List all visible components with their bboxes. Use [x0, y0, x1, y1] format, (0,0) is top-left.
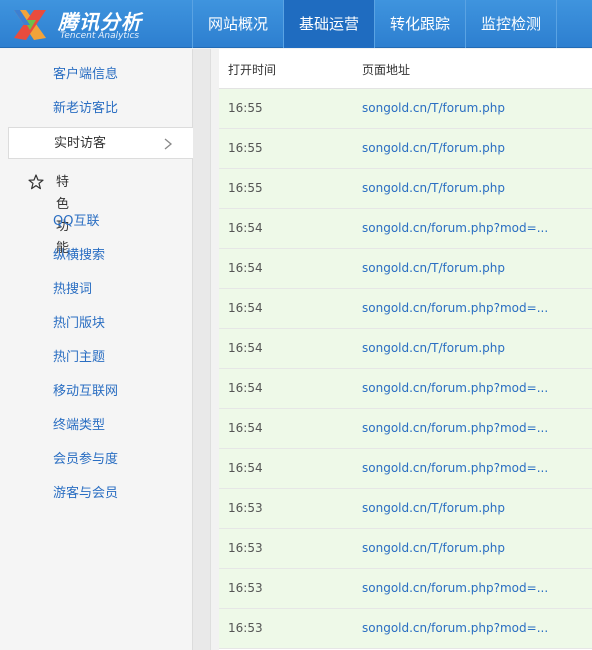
table-row: 16:54 songold.cn/forum.php?mod=... [219, 289, 592, 329]
sidebar-item-guests-vs-members[interactable]: 游客与会员 [53, 484, 118, 504]
cell-page-url-link[interactable]: songold.cn/forum.php?mod=... [362, 301, 548, 315]
cell-page-url-link[interactable]: songold.cn/T/forum.php [362, 341, 505, 355]
cell-open-time: 16:54 [228, 301, 263, 315]
sidebar-item-qq-connect[interactable]: QQ互联 [53, 212, 99, 232]
sidebar-item-cross-search[interactable]: 纵横搜索 [53, 246, 105, 266]
nav-tab-overflow [556, 0, 592, 48]
realtime-visitors-table: 打开时间 页面地址 16:55 songold.cn/T/forum.php 1… [219, 49, 592, 650]
cell-page-url-link[interactable]: songold.cn/forum.php?mod=... [362, 381, 548, 395]
sidebar-item-mobile-internet[interactable]: 移动互联网 [53, 382, 118, 402]
nav-tab-conversion-tracking[interactable]: 转化跟踪 [374, 0, 465, 48]
sidebar-item-hot-search-terms[interactable]: 热搜词 [53, 280, 92, 300]
table-row: 16:55 songold.cn/T/forum.php [219, 129, 592, 169]
cell-open-time: 16:55 [228, 101, 263, 115]
table-row: 16:53 songold.cn/forum.php?mod=... [219, 609, 592, 649]
star-outline-icon [28, 174, 44, 190]
table-row: 16:54 songold.cn/forum.php?mod=... [219, 449, 592, 489]
sidebar: 客户端信息 新老访客比 实时访客 特色功能 QQ互联 纵横搜索 热搜词 热门版块… [0, 49, 194, 650]
cell-open-time: 16:53 [228, 621, 263, 635]
cell-open-time: 16:54 [228, 381, 263, 395]
sidebar-item-member-engagement[interactable]: 会员参与度 [53, 450, 118, 470]
nav-tab-basic-operations[interactable]: 基础运营 [283, 0, 374, 48]
logo-subtitle: Tencent Analytics [60, 31, 140, 41]
cell-open-time: 16:54 [228, 261, 263, 275]
table-row: 16:55 songold.cn/T/forum.php [219, 89, 592, 129]
column-header-open-time: 打开时间 [228, 63, 277, 77]
cell-open-time: 16:54 [228, 221, 263, 235]
table-row: 16:53 songold.cn/forum.php?mod=... [219, 569, 592, 609]
table-row: 16:55 songold.cn/T/forum.php [219, 169, 592, 209]
cell-open-time: 16:55 [228, 141, 263, 155]
cell-page-url-link[interactable]: songold.cn/forum.php?mod=... [362, 621, 548, 635]
cell-page-url-link[interactable]: songold.cn/forum.php?mod=... [362, 221, 548, 235]
cell-open-time: 16:53 [228, 581, 263, 595]
table-row: 16:54 songold.cn/forum.php?mod=... [219, 409, 592, 449]
logo[interactable]: 腾讯分析 Tencent Analytics [8, 4, 192, 44]
sidebar-item-device-type[interactable]: 终端类型 [53, 416, 105, 436]
table-row: 16:53 songold.cn/T/forum.php [219, 489, 592, 529]
cell-open-time: 16:53 [228, 541, 263, 555]
cell-open-time: 16:54 [228, 421, 263, 435]
cell-page-url-link[interactable]: songold.cn/T/forum.php [362, 181, 505, 195]
cell-page-url-link[interactable]: songold.cn/forum.php?mod=... [362, 421, 548, 435]
sidebar-divider [193, 49, 211, 650]
tencent-analytics-logo-icon [14, 10, 46, 40]
cell-open-time: 16:54 [228, 461, 263, 475]
cell-open-time: 16:55 [228, 181, 263, 195]
table-row: 16:54 songold.cn/T/forum.php [219, 329, 592, 369]
cell-open-time: 16:54 [228, 341, 263, 355]
nav-tab-site-overview[interactable]: 网站概况 [192, 0, 283, 48]
cell-page-url-link[interactable]: songold.cn/T/forum.php [362, 541, 505, 555]
table-row: 16:54 songold.cn/T/forum.php [219, 249, 592, 289]
sidebar-item-label: 实时访客 [54, 136, 107, 151]
sidebar-item-client-info[interactable]: 客户端信息 [53, 65, 118, 85]
nav-tab-monitoring[interactable]: 监控检测 [465, 0, 556, 48]
cell-page-url-link[interactable]: songold.cn/T/forum.php [362, 141, 505, 155]
table-row: 16:54 songold.cn/forum.php?mod=... [219, 369, 592, 409]
sidebar-item-realtime-visitors[interactable]: 实时访客 [8, 127, 194, 159]
column-header-page-url: 页面地址 [362, 63, 411, 77]
table-row: 16:54 songold.cn/forum.php?mod=... [219, 209, 592, 249]
chevron-right-icon [164, 138, 173, 150]
cell-page-url-link[interactable]: songold.cn/forum.php?mod=... [362, 461, 548, 475]
cell-page-url-link[interactable]: songold.cn/T/forum.php [362, 501, 505, 515]
top-header: 腾讯分析 Tencent Analytics 网站概况 基础运营 转化跟踪 监控… [0, 0, 592, 48]
main-nav: 网站概况 基础运营 转化跟踪 监控检测 [192, 0, 592, 48]
sidebar-item-hot-topics[interactable]: 热门主题 [53, 348, 105, 368]
table-header: 打开时间 页面地址 [219, 49, 592, 89]
sidebar-item-hot-boards[interactable]: 热门版块 [53, 314, 105, 334]
cell-page-url-link[interactable]: songold.cn/T/forum.php [362, 261, 505, 275]
table-row: 16:53 songold.cn/T/forum.php [219, 529, 592, 569]
cell-page-url-link[interactable]: songold.cn/T/forum.php [362, 101, 505, 115]
cell-page-url-link[interactable]: songold.cn/forum.php?mod=... [362, 581, 548, 595]
sidebar-item-new-vs-returning[interactable]: 新老访客比 [53, 99, 118, 119]
cell-open-time: 16:53 [228, 501, 263, 515]
